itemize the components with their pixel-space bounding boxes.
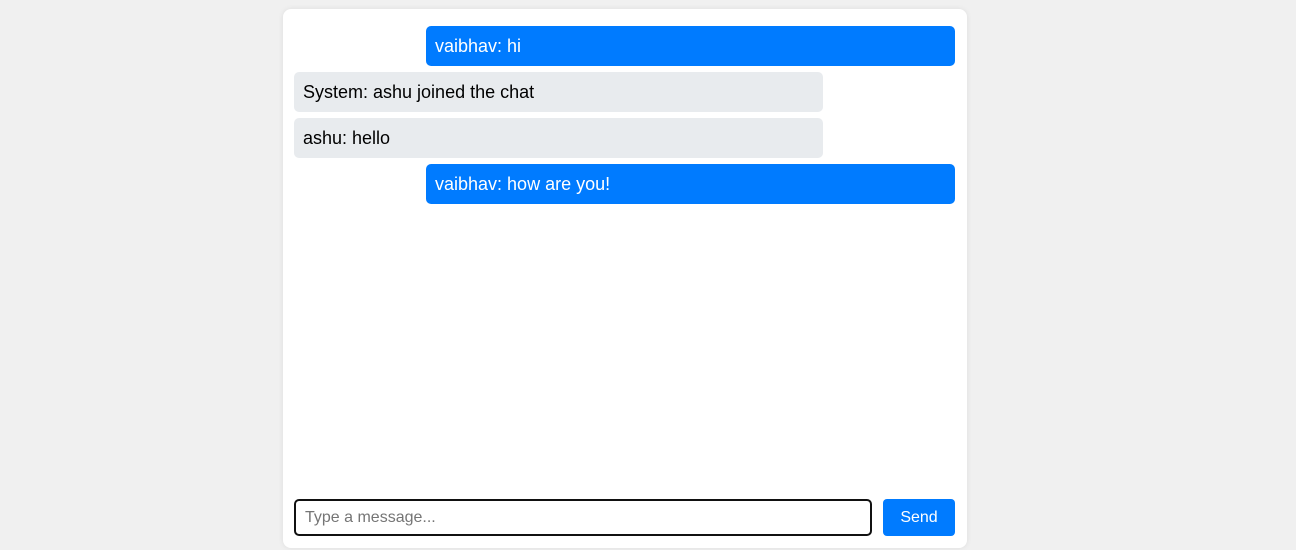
- message-bubble-system: System: ashu joined the chat: [294, 72, 823, 112]
- message-bubble-received: ashu: hello: [294, 118, 823, 158]
- chat-window: vaibhav: hi System: ashu joined the chat…: [283, 9, 967, 548]
- message-bubble-sent: vaibhav: hi: [426, 26, 955, 66]
- message-list: vaibhav: hi System: ashu joined the chat…: [294, 26, 955, 496]
- send-button[interactable]: Send: [883, 499, 955, 536]
- message-composer: Send: [294, 499, 955, 536]
- message-input[interactable]: [294, 499, 872, 536]
- message-bubble-sent: vaibhav: how are you!: [426, 164, 955, 204]
